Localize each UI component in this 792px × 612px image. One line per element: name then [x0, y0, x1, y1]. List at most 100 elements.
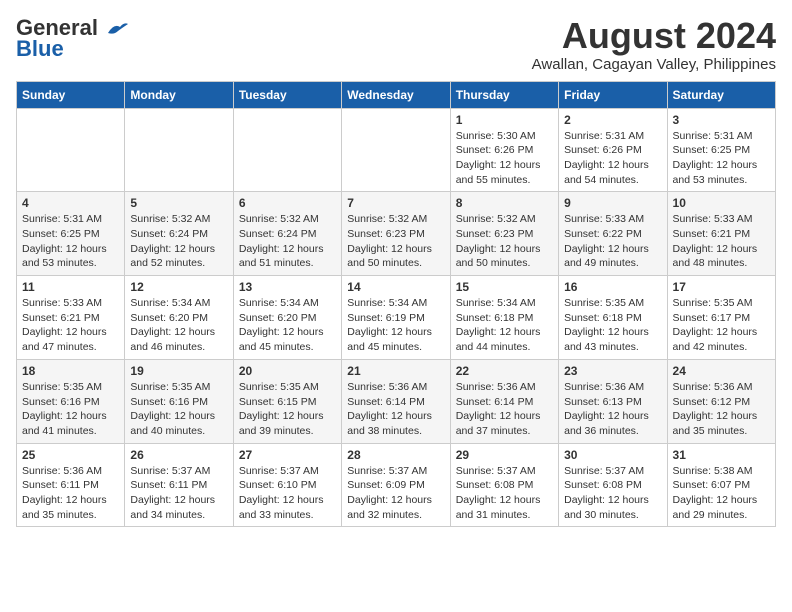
calendar-cell: 29 Sunrise: 5:37 AMSunset: 6:08 PMDayligh…: [450, 443, 558, 527]
calendar-cell: 27Sunrise: 5:37 AMSunset: 6:10 PMDayligh…: [233, 443, 341, 527]
calendar-cell: 10 Sunrise: 5:33 AMSunset: 6:21 PMDayligh…: [667, 192, 775, 276]
location: Awallan, Cagayan Valley, Philippines: [532, 56, 776, 73]
weekday-header-row: SundayMondayTuesdayWednesdayThursdayFrid…: [17, 81, 776, 108]
day-number: 17: [673, 280, 770, 294]
day-info: Sunrise: 5:31 AMSunset: 6:25 PMDaylight:…: [22, 212, 119, 271]
day-number: 12: [130, 280, 227, 294]
calendar-cell: 19 Sunrise: 5:35 AMSunset: 6:16 PMDayligh…: [125, 359, 233, 443]
calendar-cell: 12 Sunrise: 5:34 AMSunset: 6:20 PMDayligh…: [125, 276, 233, 360]
day-number: 5: [130, 196, 227, 210]
weekday-header-wednesday: Wednesday: [342, 81, 450, 108]
calendar-week-2: 4 Sunrise: 5:31 AMSunset: 6:25 PMDaylight…: [17, 192, 776, 276]
calendar-cell: [342, 108, 450, 192]
calendar-week-1: 1Sunrise: 5:30 AMSunset: 6:26 PMDaylight…: [17, 108, 776, 192]
day-info: Sunrise: 5:34 AMSunset: 6:18 PMDaylight:…: [456, 296, 553, 355]
day-info: Sunrise: 5:32 AMSunset: 6:23 PMDaylight:…: [456, 212, 553, 271]
logo: General Blue: [16, 16, 128, 62]
day-number: 31: [673, 448, 770, 462]
calendar-cell: 31 Sunrise: 5:38 AMSunset: 6:07 PMDayligh…: [667, 443, 775, 527]
day-info: Sunrise: 5:31 AMSunset: 6:25 PMDaylight:…: [673, 129, 770, 188]
day-info: Sunrise: 5:35 AMSunset: 6:17 PMDaylight:…: [673, 296, 770, 355]
calendar-cell: 28 Sunrise: 5:37 AMSunset: 6:09 PMDayligh…: [342, 443, 450, 527]
weekday-header-tuesday: Tuesday: [233, 81, 341, 108]
day-number: 27: [239, 448, 336, 462]
month-title: August 2024: [532, 16, 776, 56]
calendar-cell: 23 Sunrise: 5:36 AMSunset: 6:13 PMDayligh…: [559, 359, 667, 443]
day-info: Sunrise: 5:32 AMSunset: 6:24 PMDaylight:…: [239, 212, 336, 271]
calendar-cell: 21 Sunrise: 5:36 AMSunset: 6:14 PMDayligh…: [342, 359, 450, 443]
calendar-week-5: 25 Sunrise: 5:36 AMSunset: 6:11 PMDayligh…: [17, 443, 776, 527]
day-info: Sunrise: 5:35 AMSunset: 6:16 PMDaylight:…: [130, 380, 227, 439]
day-info: Sunrise: 5:36 AMSunset: 6:14 PMDaylight:…: [456, 380, 553, 439]
day-number: 21: [347, 364, 444, 378]
weekday-header-sunday: Sunday: [17, 81, 125, 108]
day-number: 13: [239, 280, 336, 294]
calendar-cell: 2Sunrise: 5:31 AMSunset: 6:26 PMDaylight…: [559, 108, 667, 192]
day-number: 11: [22, 280, 119, 294]
day-number: 22: [456, 364, 553, 378]
calendar-cell: 16Sunrise: 5:35 AMSunset: 6:18 PMDayligh…: [559, 276, 667, 360]
calendar-cell: 5 Sunrise: 5:32 AMSunset: 6:24 PMDaylight…: [125, 192, 233, 276]
calendar-cell: 9Sunrise: 5:33 AMSunset: 6:22 PMDaylight…: [559, 192, 667, 276]
day-number: 7: [347, 196, 444, 210]
calendar-cell: 18 Sunrise: 5:35 AMSunset: 6:16 PMDayligh…: [17, 359, 125, 443]
weekday-header-saturday: Saturday: [667, 81, 775, 108]
day-info: Sunrise: 5:37 AMSunset: 6:11 PMDaylight:…: [130, 464, 227, 523]
day-info: Sunrise: 5:37 AMSunset: 6:09 PMDaylight:…: [347, 464, 444, 523]
day-number: 29: [456, 448, 553, 462]
page-header: General Blue August 2024 Awallan, Cagaya…: [16, 16, 776, 73]
day-info: Sunrise: 5:36 AMSunset: 6:13 PMDaylight:…: [564, 380, 661, 439]
calendar-week-4: 18 Sunrise: 5:35 AMSunset: 6:16 PMDayligh…: [17, 359, 776, 443]
calendar-cell: 7Sunrise: 5:32 AMSunset: 6:23 PMDaylight…: [342, 192, 450, 276]
calendar-cell: 11 Sunrise: 5:33 AMSunset: 6:21 PMDayligh…: [17, 276, 125, 360]
day-number: 28: [347, 448, 444, 462]
calendar-cell: 13Sunrise: 5:34 AMSunset: 6:20 PMDayligh…: [233, 276, 341, 360]
calendar-cell: 24Sunrise: 5:36 AMSunset: 6:12 PMDayligh…: [667, 359, 775, 443]
calendar-cell: 4 Sunrise: 5:31 AMSunset: 6:25 PMDaylight…: [17, 192, 125, 276]
day-number: 14: [347, 280, 444, 294]
day-info: Sunrise: 5:30 AMSunset: 6:26 PMDaylight:…: [456, 129, 553, 188]
calendar-cell: 8Sunrise: 5:32 AMSunset: 6:23 PMDaylight…: [450, 192, 558, 276]
day-info: Sunrise: 5:36 AMSunset: 6:11 PMDaylight:…: [22, 464, 119, 523]
day-number: 9: [564, 196, 661, 210]
day-info: Sunrise: 5:36 AMSunset: 6:14 PMDaylight:…: [347, 380, 444, 439]
day-number: 30: [564, 448, 661, 462]
calendar-cell: 25 Sunrise: 5:36 AMSunset: 6:11 PMDayligh…: [17, 443, 125, 527]
logo-blue: Blue: [16, 36, 64, 62]
day-number: 25: [22, 448, 119, 462]
day-number: 16: [564, 280, 661, 294]
day-info: Sunrise: 5:34 AMSunset: 6:20 PMDaylight:…: [130, 296, 227, 355]
day-info: Sunrise: 5:37 AMSunset: 6:08 PMDaylight:…: [456, 464, 553, 523]
day-number: 4: [22, 196, 119, 210]
day-info: Sunrise: 5:33 AMSunset: 6:21 PMDaylight:…: [673, 212, 770, 271]
day-number: 19: [130, 364, 227, 378]
day-info: Sunrise: 5:32 AMSunset: 6:24 PMDaylight:…: [130, 212, 227, 271]
day-info: Sunrise: 5:34 AMSunset: 6:19 PMDaylight:…: [347, 296, 444, 355]
day-number: 26: [130, 448, 227, 462]
day-number: 10: [673, 196, 770, 210]
day-number: 23: [564, 364, 661, 378]
calendar-cell: 22 Sunrise: 5:36 AMSunset: 6:14 PMDayligh…: [450, 359, 558, 443]
calendar-cell: 1Sunrise: 5:30 AMSunset: 6:26 PMDaylight…: [450, 108, 558, 192]
day-info: Sunrise: 5:38 AMSunset: 6:07 PMDaylight:…: [673, 464, 770, 523]
weekday-header-friday: Friday: [559, 81, 667, 108]
calendar-cell: 6Sunrise: 5:32 AMSunset: 6:24 PMDaylight…: [233, 192, 341, 276]
day-number: 15: [456, 280, 553, 294]
calendar-week-3: 11 Sunrise: 5:33 AMSunset: 6:21 PMDayligh…: [17, 276, 776, 360]
day-number: 20: [239, 364, 336, 378]
logo-bird-icon: [106, 21, 128, 37]
calendar-cell: [233, 108, 341, 192]
calendar-cell: [17, 108, 125, 192]
calendar-cell: 3Sunrise: 5:31 AMSunset: 6:25 PMDaylight…: [667, 108, 775, 192]
day-info: Sunrise: 5:33 AMSunset: 6:21 PMDaylight:…: [22, 296, 119, 355]
calendar-cell: 26 Sunrise: 5:37 AMSunset: 6:11 PMDayligh…: [125, 443, 233, 527]
day-info: Sunrise: 5:36 AMSunset: 6:12 PMDaylight:…: [673, 380, 770, 439]
day-info: Sunrise: 5:35 AMSunset: 6:16 PMDaylight:…: [22, 380, 119, 439]
weekday-header-thursday: Thursday: [450, 81, 558, 108]
day-number: 18: [22, 364, 119, 378]
weekday-header-monday: Monday: [125, 81, 233, 108]
day-info: Sunrise: 5:35 AMSunset: 6:15 PMDaylight:…: [239, 380, 336, 439]
day-number: 2: [564, 113, 661, 127]
day-info: Sunrise: 5:37 AMSunset: 6:08 PMDaylight:…: [564, 464, 661, 523]
calendar-table: SundayMondayTuesdayWednesdayThursdayFrid…: [16, 81, 776, 528]
